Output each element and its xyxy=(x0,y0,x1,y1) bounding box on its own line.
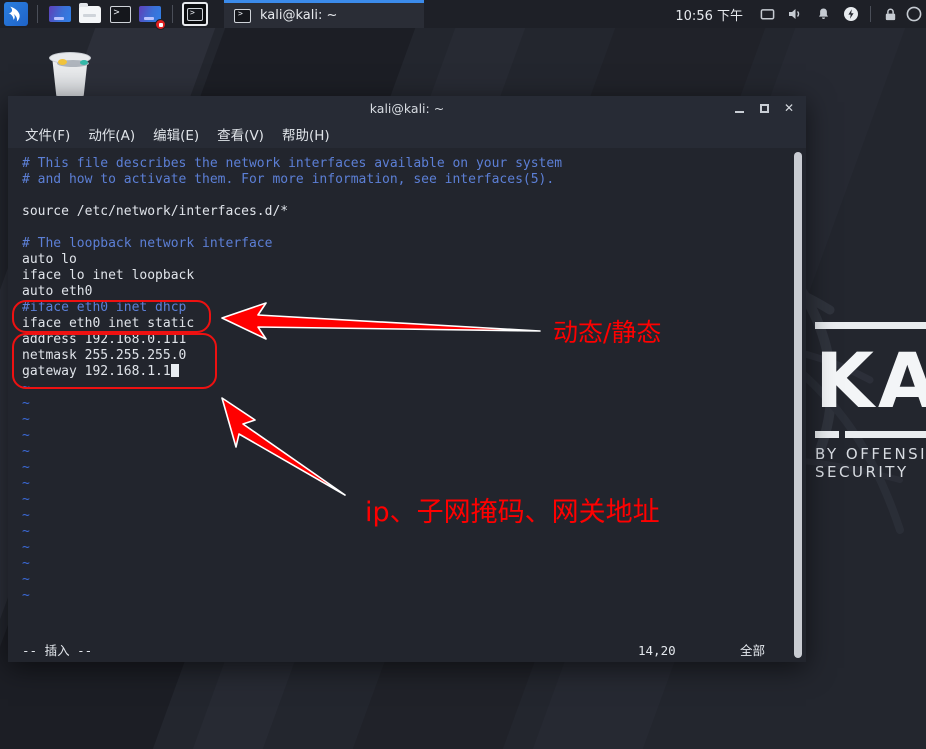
launcher-terminal-active[interactable] xyxy=(182,1,208,27)
menu-item-help[interactable]: 帮助(H) xyxy=(275,121,337,147)
task-button-terminal[interactable]: kali@kali: ~ xyxy=(224,0,424,28)
clock[interactable]: 10:56 下午 xyxy=(675,5,743,24)
window-controls: ✕ xyxy=(728,96,800,120)
user-icon[interactable] xyxy=(904,0,924,28)
terminal-scrollbar[interactable] xyxy=(794,152,802,658)
terminal-window: kali@kali: ~ ✕ 文件(F) 动作(A) 编辑(E) 查看(V) 帮… xyxy=(8,96,806,662)
editor-empty-line-marker: ~ xyxy=(22,428,30,443)
editor-line: # This file describes the network interf… xyxy=(22,156,563,171)
editor-line: iface lo inet loopback xyxy=(22,268,195,283)
panel-separator xyxy=(172,5,173,23)
terminal-screen[interactable]: # This file describes the network interf… xyxy=(8,148,806,662)
volume-icon[interactable] xyxy=(781,0,809,28)
text-cursor xyxy=(170,364,179,377)
maximize-button[interactable] xyxy=(753,98,775,118)
display-icon[interactable] xyxy=(753,0,781,28)
logo-tagline: BY OFFENSIVE SECURITY xyxy=(815,445,926,481)
editor-empty-line-marker: ~ xyxy=(22,508,30,523)
editor-empty-line-marker: ~ xyxy=(22,524,30,539)
power-icon[interactable] xyxy=(837,0,865,28)
logo-bottom-bar-large xyxy=(845,431,926,438)
editor-line: auto lo xyxy=(22,252,77,267)
window-thumbnail-icon xyxy=(49,6,71,22)
terminal-icon xyxy=(109,5,131,23)
close-button[interactable]: ✕ xyxy=(778,98,800,118)
panel-separator xyxy=(37,5,38,23)
editor-line: address 192.168.0.111 xyxy=(22,332,187,347)
editor-line: netmask 255.255.255.0 xyxy=(22,348,187,363)
terminal-icon xyxy=(182,2,208,26)
editor-text: # This file describes the network interf… xyxy=(22,156,782,604)
logo-bottom-bar-small xyxy=(815,431,839,438)
window-title: kali@kali: ~ xyxy=(369,100,445,116)
editor-line: iface eth0 inet static xyxy=(22,316,195,331)
editor-empty-line-marker: ~ xyxy=(22,556,30,571)
notification-icon[interactable] xyxy=(809,0,837,28)
editor-empty-line-marker: ~ xyxy=(22,460,30,475)
status-position: 14,20 xyxy=(638,643,676,658)
logo-wordmark: KALI xyxy=(815,336,926,425)
menu-item-edit[interactable]: 编辑(E) xyxy=(146,121,206,147)
editor-empty-line-marker: ~ xyxy=(22,540,30,555)
launcher-file-manager[interactable] xyxy=(77,1,103,27)
editor-line: #iface eth0 inet dhcp xyxy=(22,300,187,315)
trash-icon xyxy=(47,48,93,96)
menu-item-actions[interactable]: 动作(A) xyxy=(81,121,142,147)
editor-empty-line-marker: ~ xyxy=(22,476,30,491)
terminal-icon xyxy=(234,8,251,23)
menu-bar: 文件(F) 动作(A) 编辑(E) 查看(V) 帮助(H) xyxy=(8,120,806,148)
panel-tray: 10:56 下午 xyxy=(675,0,926,28)
status-scope: 全部 xyxy=(740,643,766,658)
task-button-label: kali@kali: ~ xyxy=(260,8,338,23)
editor-status-bar: -- 插入 -- 14,20 全部 xyxy=(8,640,806,662)
launcher-workspace[interactable] xyxy=(47,1,73,27)
launcher-terminal[interactable] xyxy=(107,1,133,27)
panel-launchers xyxy=(0,0,210,30)
editor-line: # and how to activate them. For more inf… xyxy=(22,172,555,187)
lock-icon[interactable] xyxy=(876,0,904,28)
window-title-bar[interactable]: kali@kali: ~ ✕ xyxy=(8,96,806,120)
editor-line: auto eth0 xyxy=(22,284,93,299)
folder-icon xyxy=(79,2,101,23)
logo-top-bar xyxy=(815,322,926,329)
tray-separator xyxy=(870,6,871,22)
editor-empty-line-marker: ~ xyxy=(22,572,30,587)
kali-dragon-icon xyxy=(4,2,28,26)
launcher-kali-menu[interactable] xyxy=(2,1,28,27)
editor-empty-line-marker: ~ xyxy=(22,492,30,507)
panel-task-list: kali@kali: ~ xyxy=(224,0,424,28)
top-panel: kali@kali: ~ 10:56 下午 xyxy=(0,0,926,30)
editor-empty-line-marker: ~ xyxy=(22,588,30,603)
editor-line: gateway 192.168.1.1 xyxy=(22,364,782,380)
record-badge-icon xyxy=(155,19,166,30)
minimize-button[interactable] xyxy=(728,98,750,118)
scrollbar-thumb[interactable] xyxy=(794,152,802,658)
editor-empty-line-marker: ~ xyxy=(22,412,30,427)
editor-line: source /etc/network/interfaces.d/* xyxy=(22,204,289,219)
logo-bottom-bars xyxy=(815,431,926,438)
menu-item-view[interactable]: 查看(V) xyxy=(210,121,271,147)
editor-empty-line-marker: ~ xyxy=(22,380,30,395)
kali-wallpaper-logo: KALI BY OFFENSIVE SECURITY xyxy=(801,292,926,492)
menu-item-file[interactable]: 文件(F) xyxy=(18,121,77,147)
status-mode: -- 插入 -- xyxy=(22,643,93,658)
editor-line: # The loopback network interface xyxy=(22,236,273,251)
editor-empty-line-marker: ~ xyxy=(22,444,30,459)
kali-dragon-glyph xyxy=(8,6,20,22)
launcher-screen-recorder[interactable] xyxy=(137,1,166,30)
editor-empty-line-marker: ~ xyxy=(22,396,30,411)
